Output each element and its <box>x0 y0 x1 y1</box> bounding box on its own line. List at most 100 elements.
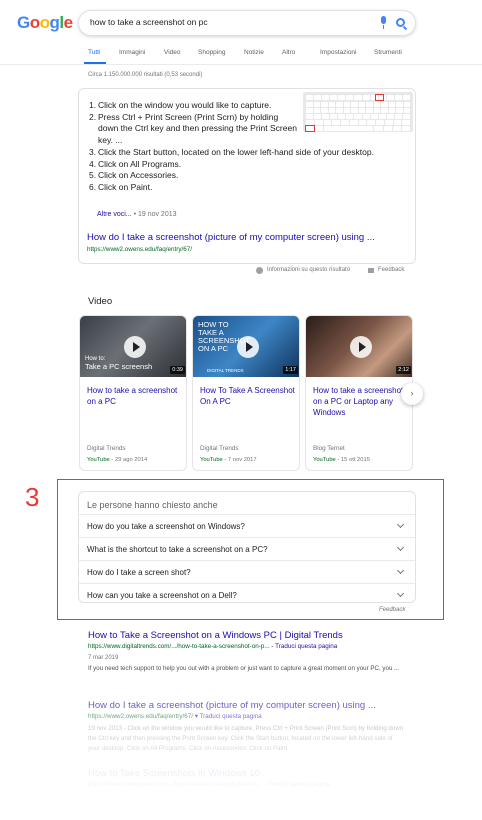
video-card[interactable]: How to: Take a PC screensh 0:39 How to t… <box>79 315 187 471</box>
translate-link[interactable]: - Traduci questa pagina <box>270 643 337 650</box>
paa-question-text: What is the shortcut to take a screensho… <box>87 545 268 554</box>
translate-link[interactable]: ▾ Traduci questa pagina <box>193 713 262 720</box>
logo-letter-g2: g <box>49 13 60 32</box>
carousel-next-button[interactable]: › <box>401 383 423 405</box>
play-icon[interactable] <box>350 336 372 358</box>
video-source: Digital Trends <box>87 445 126 452</box>
snippet-step: 6. Click on Paint. <box>89 182 409 194</box>
video-date: - 29 ago 2014 <box>109 457 148 463</box>
print-screen-key-highlight <box>375 94 384 101</box>
video-meta: YouTube - 7 nov 2017 <box>200 457 257 463</box>
video-brand-tag: DIGITAL TRENDS <box>207 368 244 373</box>
result-url-text: https://www.digitaltrends.com/.../how-to… <box>88 643 270 650</box>
paa-feedback-link[interactable]: Feedback <box>379 607 405 613</box>
chevron-right-icon: › <box>410 388 414 398</box>
video-card[interactable]: 2:12 How to take a screenshot on a PC or… <box>305 315 413 471</box>
video-meta: YouTube - 29 ago 2014 <box>87 457 147 463</box>
step-number: 6. <box>89 181 97 192</box>
result-title-link[interactable]: How to Take Screenshots in Windows 10 <box>88 768 260 779</box>
paa-question[interactable]: How do you take a screenshot on Windows? <box>79 514 415 537</box>
search-input[interactable]: how to take a screenshot on pc <box>90 17 208 27</box>
video-thumbnail[interactable]: HOW TO TAKE A SCREENSHOT ON A PC DIGITAL… <box>193 316 299 377</box>
result-url: https://www.howtogeek.com/.../how-to-tak… <box>88 781 330 788</box>
microphone-icon[interactable] <box>379 16 387 30</box>
tab-video[interactable]: Video <box>164 49 181 56</box>
keyboard-image[interactable] <box>303 92 413 132</box>
chevron-down-icon <box>396 520 405 529</box>
video-duration: 1:17 <box>283 366 298 374</box>
annotation-number: 3 <box>25 482 40 512</box>
step-number: 5. <box>89 170 97 181</box>
result-title-link[interactable]: How do I take a screenshot (picture of m… <box>88 700 376 711</box>
snippet-feedback-link[interactable]: Feedback <box>378 267 404 273</box>
video-source: Blog Ternet <box>313 445 345 452</box>
video-thumbnail[interactable]: How to: Take a PC screensh 0:39 <box>80 316 186 377</box>
result-url-text: https://www2.owens.edu/faq/entry/67/ <box>88 713 194 720</box>
header-divider <box>0 64 482 65</box>
step-text: Click on All Programs. <box>98 158 182 169</box>
feedback-icon[interactable] <box>368 268 374 273</box>
video-title-link[interactable]: How To Take A Screenshot On A PC <box>200 385 296 407</box>
result-snippet: 19 nov 2013 - Click on the window you wo… <box>88 725 404 752</box>
video-source: Digital Trends <box>200 445 239 452</box>
google-logo[interactable]: Google <box>17 13 73 33</box>
result-url: https://www.digitaltrends.com/.../how-to… <box>88 643 337 650</box>
paa-question[interactable]: What is the shortcut to take a screensho… <box>79 537 415 560</box>
step-number: 3. <box>89 146 97 157</box>
video-title-link[interactable]: How to take a screenshot on a PC or Lapt… <box>313 385 409 418</box>
result-url-text: https://www.howtogeek.com/.../how-to-tak… <box>88 781 263 788</box>
tab-altro[interactable]: Altro <box>282 49 295 56</box>
chevron-down-icon <box>396 566 405 575</box>
translate-link[interactable]: - Traduci questa pagina <box>262 781 330 788</box>
video-platform: YouTube <box>313 457 336 463</box>
chevron-down-icon <box>396 589 405 598</box>
tab-tutti[interactable]: Tutti <box>88 49 100 56</box>
video-title-link[interactable]: How to take a screenshot on a PC <box>87 385 183 407</box>
paa-question-text: How do I take a screen shot? <box>87 568 191 577</box>
video-card[interactable]: HOW TO TAKE A SCREENSHOT ON A PC DIGITAL… <box>192 315 300 471</box>
video-meta: YouTube - 15 ott 2015 <box>313 457 370 463</box>
info-icon[interactable] <box>256 267 263 274</box>
tab-notizie[interactable]: Notizie <box>244 49 264 56</box>
about-this-result-link[interactable]: Informazioni su questo risultato <box>267 267 350 273</box>
people-also-ask: Le persone hanno chiesto anche How do yo… <box>78 491 416 603</box>
search-box[interactable]: how to take a screenshot on pc <box>78 10 416 36</box>
paa-question[interactable]: How do I take a screen shot? <box>79 560 415 583</box>
snippet-step: 3. Click the Start button, located on the… <box>89 147 409 159</box>
tab-immagini[interactable]: Immagini <box>119 49 145 56</box>
more-items: Altre voci... • 19 nov 2013 <box>97 211 177 218</box>
paa-question-text: How do you take a screenshot on Windows? <box>87 522 245 531</box>
video-duration: 0:39 <box>170 366 185 374</box>
paa-question[interactable]: How can you take a screenshot on a Dell? <box>79 583 415 603</box>
step-text: Click on the window you would like to ca… <box>98 100 272 110</box>
snippet-step: 5. Click on Accessories. <box>89 170 409 182</box>
result-date: 7 mar 2019 <box>88 655 119 661</box>
snippet-title-link[interactable]: How do I take a screenshot (picture of m… <box>87 232 375 243</box>
snippet-url: https://www2.owens.edu/faq/entry/67/ <box>87 246 193 253</box>
tab-strumenti[interactable]: Strumenti <box>374 49 402 56</box>
snippet-step: 4. Click on All Programs. <box>89 159 409 171</box>
result-snippet: If you need tech support to help you out… <box>88 665 400 672</box>
step-number: 2. <box>89 111 97 122</box>
step-text: Press Ctrl + Print Screen (Print Scrn) b… <box>98 111 297 146</box>
result-url: https://www2.owens.edu/faq/entry/67/ ▾ T… <box>88 713 262 720</box>
play-icon[interactable] <box>237 336 259 358</box>
video-platform: YouTube <box>87 457 110 463</box>
search-tabs: Tutti Immagini Video Shopping Notizie Al… <box>88 49 478 63</box>
play-icon[interactable] <box>124 336 146 358</box>
search-icon[interactable] <box>396 18 405 27</box>
more-items-date: • 19 nov 2013 <box>131 211 177 218</box>
video-platform: YouTube <box>200 457 223 463</box>
logo-letter-o1: o <box>29 13 40 32</box>
paa-heading: Le persone hanno chiesto anche <box>87 500 218 510</box>
more-items-link[interactable]: Altre voci... <box>97 211 132 218</box>
video-thumbnail[interactable]: 2:12 <box>306 316 412 377</box>
video-overlay-title: Take a PC screensh <box>85 362 153 371</box>
result-stats: Circa 1.150.000.000 risultati (0,53 seco… <box>88 72 203 78</box>
tab-impostazioni[interactable]: Impostazioni <box>320 49 357 56</box>
tab-shopping[interactable]: Shopping <box>198 49 225 56</box>
chevron-down-icon <box>396 543 405 552</box>
logo-letter-e: e <box>63 13 73 32</box>
step-number: 4. <box>89 158 97 169</box>
result-title-link[interactable]: How to Take a Screenshot on a Windows PC… <box>88 630 343 641</box>
